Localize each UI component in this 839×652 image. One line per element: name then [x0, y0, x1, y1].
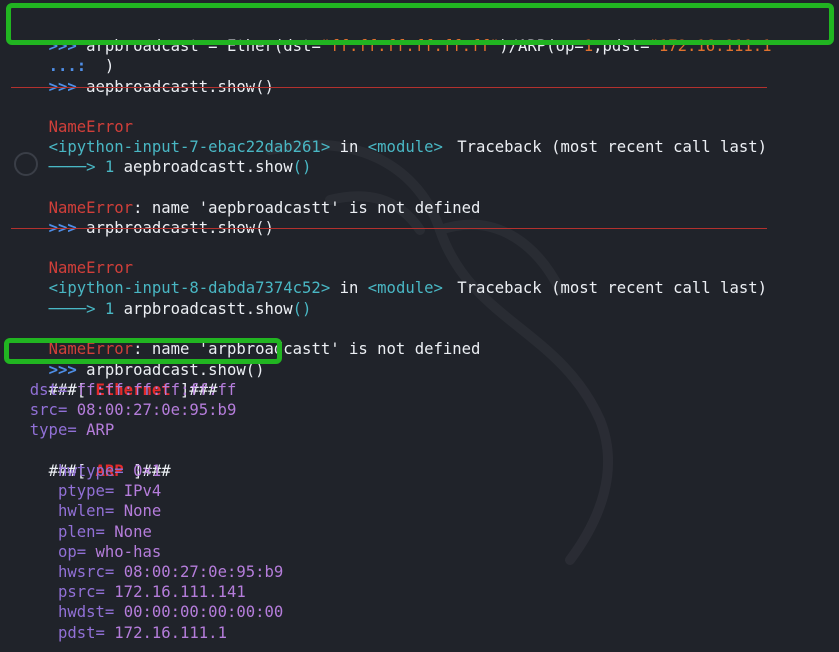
field-name: hwsrc [57, 563, 105, 581]
field-equals: = [95, 623, 115, 642]
traceback-heading: Traceback (most recent call last) [457, 279, 767, 297]
highlight-box-show [4, 338, 282, 364]
code-text: in [330, 279, 368, 297]
traceback-header: NameError Traceback (most recent call la… [11, 238, 767, 297]
field-name: plen [57, 522, 96, 541]
code-text: . [245, 158, 256, 176]
field-value: ff:ff:ff:ff:ff:ff [76, 381, 237, 399]
code-text: in [330, 138, 368, 156]
traceback-header: NameError Traceback (most recent call la… [11, 97, 767, 156]
field-value: ARP [86, 421, 115, 440]
field-value: who-has [95, 542, 162, 561]
field-value: 08:00:27:0e:95:b9 [123, 563, 284, 581]
packet-field-ptype: ptype= IPv4 [11, 481, 161, 501]
input-line-2: >>> aepbroadcastt.show() [11, 57, 274, 96]
packet-field-dst: dst= ff:ff:ff:ff:ff:ff [11, 380, 237, 400]
traceback-heading: Traceback (most recent call last) [457, 138, 767, 156]
terminal-window[interactable]: >>> arpbroadcast = Ether(dst="ff:ff:ff:f… [0, 0, 839, 652]
packet-field-plen: plen= None [11, 522, 152, 542]
field-value: IPv4 [123, 482, 162, 501]
packet-field-pdst: pdst= 172.16.111.1 [11, 623, 227, 643]
input-line-3: >>> arpbroadcastt.show() [11, 198, 274, 237]
traceback-code-line: ────> 1 aepbroadcastt.show() [11, 137, 312, 176]
packet-field-psrc: psrc= 172.16.111.141 [11, 582, 246, 602]
traceback-location: <ipython-input-7-ebac22dab261> in <modul… [11, 117, 443, 156]
code-text: () [292, 158, 312, 176]
packet-field-src: src= 08:00:27:0e:95:b9 [11, 400, 237, 420]
field-name: ptype [57, 482, 105, 501]
field-equals: = [95, 583, 115, 602]
field-equals: = [67, 421, 87, 440]
code-text: show [255, 300, 293, 318]
field-name: pdst [57, 623, 96, 642]
traceback-separator [11, 228, 767, 229]
field-name: psrc [57, 583, 96, 602]
packet-field-hwsrc: hwsrc= 08:00:27:0e:95:b9 [11, 562, 283, 582]
field-value: None [123, 502, 162, 521]
field-name: type [29, 421, 68, 440]
code-text: aepbroadcastt [114, 158, 246, 176]
packet-field-hwlen: hwlen= None [11, 501, 161, 521]
field-equals: = [76, 542, 96, 561]
field-name: hwtype [57, 462, 115, 480]
field-name: dst [29, 381, 58, 399]
field-value: 08:00:27:0e:95:b9 [76, 401, 237, 420]
field-name: op [57, 542, 77, 561]
module-ref: <module> [367, 279, 443, 297]
field-value: 0×1 [133, 462, 162, 480]
traceback-code-line: ────> 1 arpbroadcastt.show() [11, 279, 312, 318]
highlight-box-command [6, 3, 834, 45]
module-ref: <module> [367, 138, 443, 156]
field-value: 00:00:00:00:00:00 [123, 603, 284, 622]
field-equals: = [57, 401, 77, 420]
field-value: 172.16.111.141 [114, 583, 246, 602]
field-name: hwlen [57, 502, 105, 521]
field-equals: = [104, 563, 124, 581]
error-message: NameError: name 'arpbroadcastt' is not d… [11, 319, 481, 358]
code-text: () [292, 300, 312, 318]
traceback-arrow: ────> 1 [48, 158, 115, 176]
field-equals: = [104, 482, 124, 501]
traceback-location: <ipython-input-8-dabda7374c52> in <modul… [11, 258, 443, 297]
field-equals: = [104, 502, 124, 521]
field-equals: = [104, 603, 124, 622]
traceback-separator [11, 87, 767, 88]
arp-layer-header: ###[ ARP ]### [11, 441, 171, 480]
packet-field-op: op= who-has [11, 542, 161, 562]
code-text: arpbroadcastt [114, 300, 246, 318]
field-equals: = [95, 522, 115, 541]
packet-field-type: type= ARP [11, 420, 115, 440]
field-equals: = [57, 381, 77, 399]
error-message: NameError: name 'aepbroadcastt' is not d… [11, 178, 481, 217]
traceback-arrow: ────> 1 [48, 300, 115, 318]
field-name: src [29, 401, 58, 420]
field-equals: = [114, 462, 134, 480]
code-text: . [245, 300, 256, 318]
field-name: hwdst [57, 603, 105, 622]
field-value: None [114, 522, 152, 541]
packet-field-hwtype: hwtype= 0×1 [11, 461, 161, 481]
field-value: 172.16.111.1 [114, 623, 227, 642]
packet-field-hwdst: hwdst= 00:00:00:00:00:00 [11, 602, 283, 622]
code-text: show [255, 158, 293, 176]
